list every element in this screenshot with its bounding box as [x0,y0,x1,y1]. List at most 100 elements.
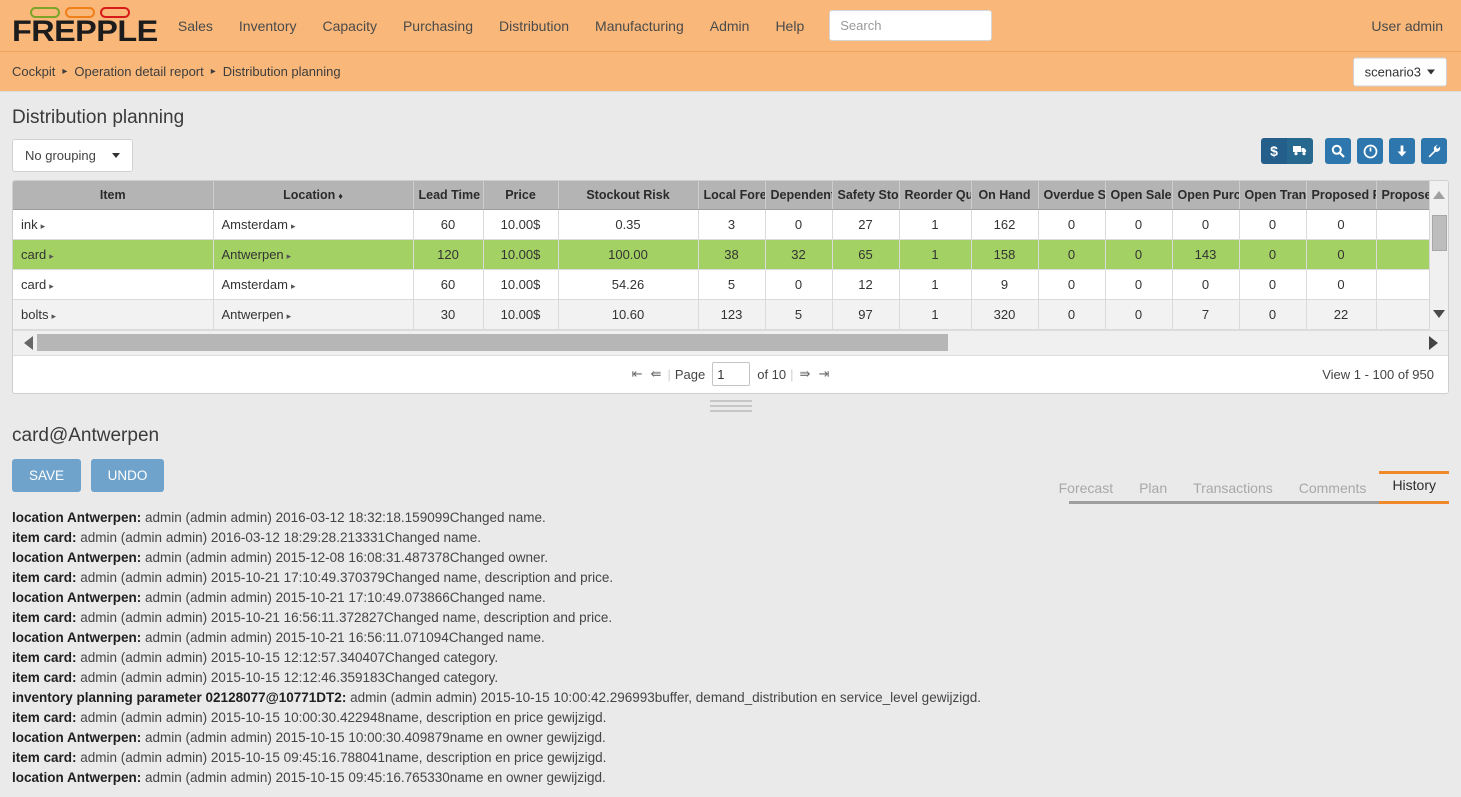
search-input[interactable] [829,10,992,41]
expand-arrow-icon[interactable]: ▸ [51,311,56,321]
cell-location[interactable]: Amsterdam▸ [213,269,413,299]
resize-line [710,400,752,402]
nav-item-inventory[interactable]: Inventory [226,11,310,41]
horizontal-scroll-track[interactable] [37,334,1424,351]
page-number-input[interactable] [712,362,750,386]
first-page-button[interactable]: ⇤ [630,366,645,382]
table-row[interactable]: card▸ Antwerpen▸ 120 10.00$ 100.00 38 32… [13,239,1429,269]
search-icon-button[interactable] [1325,138,1351,164]
column-header-proposed-transfers[interactable]: Proposed Transfers [1376,181,1429,209]
breadcrumb-separator-icon: ▸ [211,66,216,77]
expand-arrow-icon[interactable]: ▸ [291,221,296,231]
column-header-dependent-demand[interactable]: Dependent Demand [765,181,832,209]
download-icon-button[interactable] [1389,138,1415,164]
log-body: admin (admin admin) 2016-03-12 18:29:28.… [77,530,482,545]
nav-item-purchasing[interactable]: Purchasing [390,11,486,41]
expand-arrow-icon[interactable]: ▸ [49,251,54,261]
cell-stockout-risk: 10.60 [558,299,698,329]
save-button[interactable]: SAVE [12,459,81,492]
cell-location[interactable]: Amsterdam▸ [213,209,413,239]
grid-vertical-scrollbar[interactable] [1429,181,1448,330]
grouping-selector[interactable]: No grouping [12,139,133,172]
tab-forecast[interactable]: Forecast [1046,474,1126,504]
column-header-price[interactable]: Price [483,181,558,209]
next-page-button[interactable]: ⇛ [798,366,813,382]
tab-comments[interactable]: Comments [1286,474,1380,504]
scroll-right-button[interactable] [1424,336,1442,350]
column-header-open-sales-orders[interactable]: Open Sales Orders [1105,181,1172,209]
column-header-proposed-purchases[interactable]: Proposed Purchases [1306,181,1376,209]
horizontal-scroll-thumb[interactable] [37,334,948,351]
expand-arrow-icon[interactable]: ▸ [287,311,292,321]
column-header-item[interactable]: Item [13,181,213,209]
cell-item[interactable]: ink▸ [13,209,213,239]
currency-icon-button[interactable]: $ [1261,138,1287,164]
expand-arrow-icon[interactable]: ▸ [41,221,46,231]
grid-horizontal-scrollbar[interactable] [13,330,1448,355]
nav-item-capacity[interactable]: Capacity [309,11,389,41]
undo-button[interactable]: UNDO [91,459,165,492]
triangle-left-icon [24,336,33,350]
expand-arrow-icon[interactable]: ▸ [287,251,292,261]
sort-indicator-icon: ♦ [338,191,343,201]
tab-transactions[interactable]: Transactions [1180,474,1286,504]
column-header-reorder-quantity[interactable]: Reorder Quantity [899,181,971,209]
cell-stockout-risk: 0.35 [558,209,698,239]
column-header-open-transfers[interactable]: Open Transfers [1239,181,1306,209]
breadcrumb-item-operation-detail-report[interactable]: Operation detail report [74,64,203,79]
expand-arrow-icon[interactable]: ▸ [291,281,296,291]
down-arrow-icon [1395,144,1409,158]
cell-item[interactable]: card▸ [13,269,213,299]
nav-item-distribution[interactable]: Distribution [486,11,582,41]
log-subject: inventory planning parameter 02128077@10… [12,690,346,705]
user-menu[interactable]: User admin [1371,18,1443,34]
nav-item-admin[interactable]: Admin [697,11,763,41]
breadcrumb-item-cockpit[interactable]: Cockpit [12,64,55,79]
cell-item[interactable]: card▸ [13,239,213,269]
table-row[interactable]: ink▸ Amsterdam▸ 60 10.00$ 0.35 3 0 27 1 … [13,209,1429,239]
cell-location[interactable]: Antwerpen▸ [213,239,413,269]
cell-location-label: Antwerpen [222,307,284,322]
settings-icon-button[interactable] [1421,138,1447,164]
expand-arrow-icon[interactable]: ▸ [49,281,54,291]
tab-plan[interactable]: Plan [1126,474,1180,504]
cell-on-hand: 9 [971,269,1038,299]
last-page-button[interactable]: ⇥ [816,366,831,382]
scroll-up-button[interactable] [1433,191,1446,201]
scenario-selector[interactable]: scenario3 [1353,57,1447,86]
cell-open-purchases: 7 [1172,299,1239,329]
list-item: item card: admin (admin admin) 2015-10-1… [12,748,1449,768]
log-body: admin (admin admin) 2015-10-21 16:56:11.… [77,610,613,625]
page-total-label: of 10 [757,367,786,382]
nav-item-manufacturing[interactable]: Manufacturing [582,11,697,41]
panel-resize-handle[interactable] [710,400,752,413]
column-header-stockout-risk[interactable]: Stockout Risk [558,181,698,209]
log-subject: item card: [12,670,77,685]
table-row[interactable]: bolts▸ Antwerpen▸ 30 10.00$ 10.60 123 5 … [13,299,1429,329]
tab-history[interactable]: History [1379,471,1449,504]
scroll-down-button[interactable] [1433,310,1446,320]
log-body: admin (admin admin) 2015-10-15 09:45:16.… [77,750,607,765]
column-header-lead-time[interactable]: Lead Time [413,181,483,209]
column-header-safety-stock[interactable]: Safety Stock [832,181,899,209]
scroll-left-button[interactable] [19,336,37,350]
nav-item-sales[interactable]: Sales [165,11,226,41]
column-header-on-hand[interactable]: On Hand [971,181,1038,209]
search-icon [1331,144,1345,158]
frepple-logo[interactable]: FREPPLE [12,7,147,45]
nav-item-help[interactable]: Help [762,11,817,41]
column-header-local-forecast[interactable]: Local Forecast [698,181,765,209]
column-header-overdue-sales-orders[interactable]: Overdue Sales Orders [1038,181,1105,209]
vertical-scroll-thumb[interactable] [1432,215,1447,251]
previous-page-button[interactable]: ⇚ [649,366,664,382]
cell-location-label: Antwerpen [222,247,284,262]
column-header-location[interactable]: Location♦ [213,181,413,209]
clock-icon-button[interactable] [1357,138,1383,164]
grid-rows: ink▸ Amsterdam▸ 60 10.00$ 0.35 3 0 27 1 … [13,209,1429,329]
log-subject: location Antwerpen: [12,630,141,645]
truck-icon-button[interactable] [1287,138,1313,164]
cell-location[interactable]: Antwerpen▸ [213,299,413,329]
column-header-open-purchases[interactable]: Open Purchases [1172,181,1239,209]
table-row[interactable]: card▸ Amsterdam▸ 60 10.00$ 54.26 5 0 12 … [13,269,1429,299]
cell-item[interactable]: bolts▸ [13,299,213,329]
